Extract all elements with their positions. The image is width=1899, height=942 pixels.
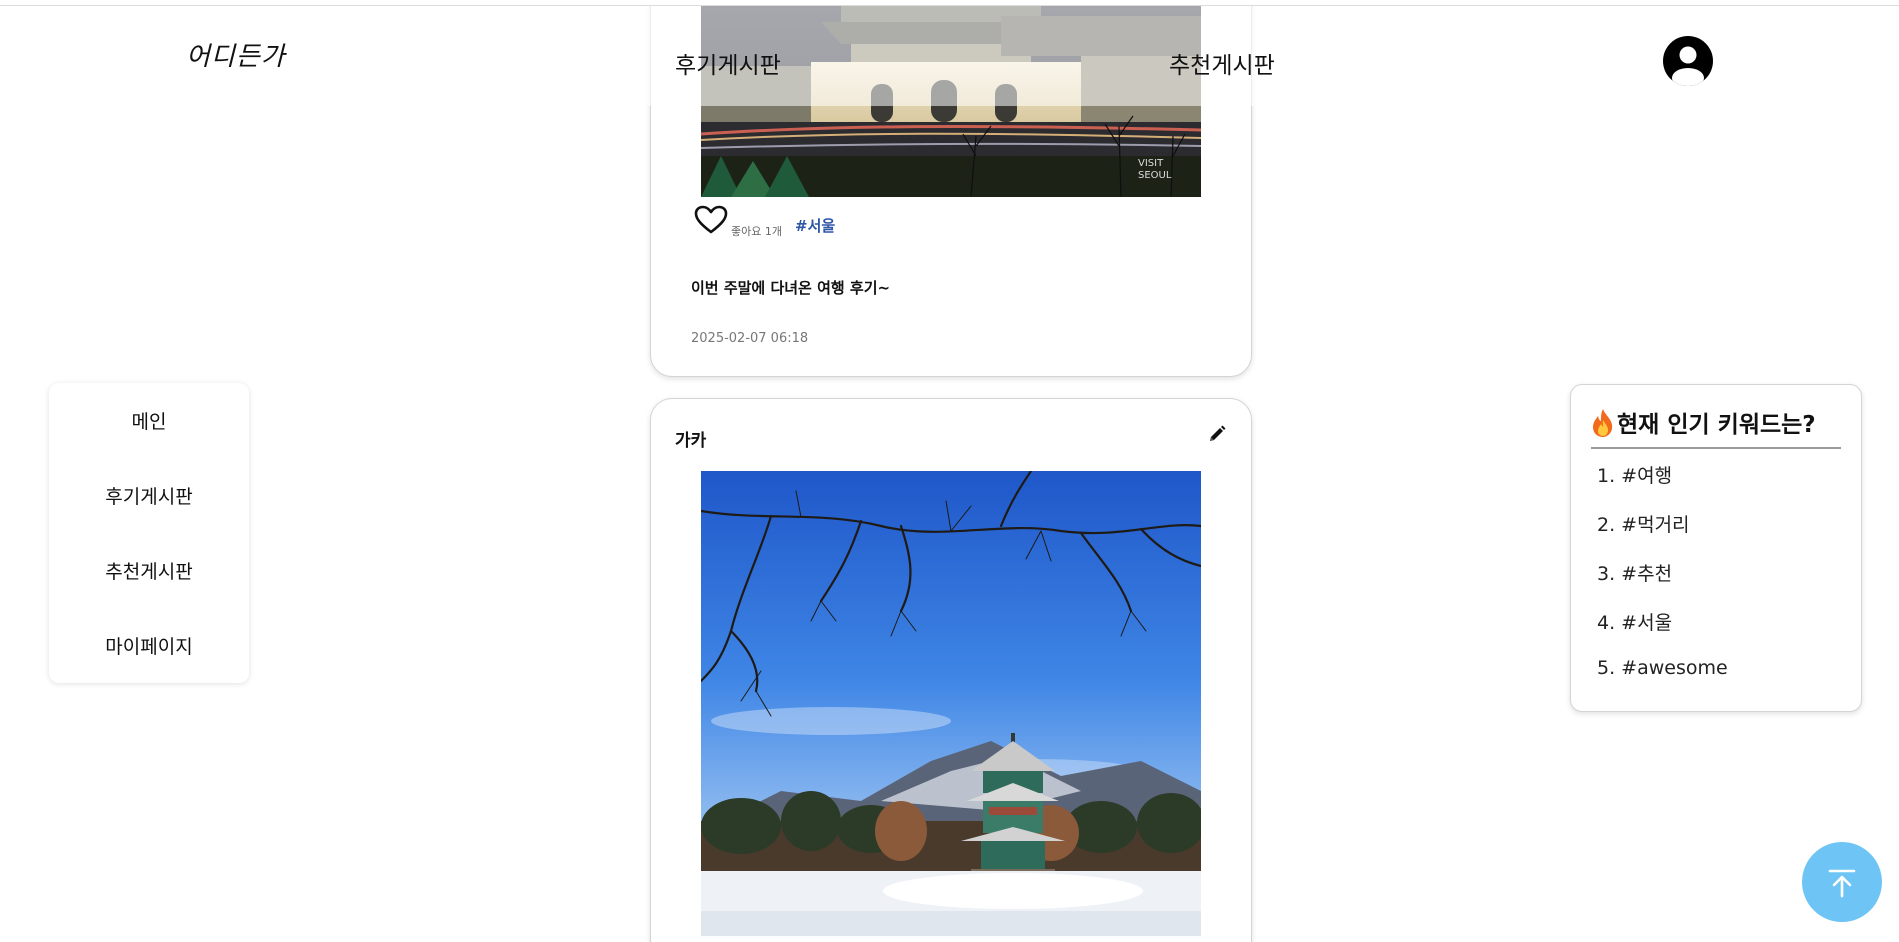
fire-icon bbox=[1593, 409, 1613, 437]
sidebar-item-review-board[interactable]: 후기게시판 bbox=[49, 482, 249, 509]
keywords-title-text: 현재 인기 키워드는? bbox=[1617, 412, 1816, 438]
page: VISIT SEOUL 좋아요 1개 #서울 이번 주말에 다녀온 여행 후기~… bbox=[0, 0, 1899, 942]
keyword-item[interactable]: 1. #여행 bbox=[1597, 461, 1672, 488]
arrow-up-to-top-icon bbox=[1828, 869, 1856, 898]
nav-recommend-board[interactable]: 추천게시판 bbox=[1169, 46, 1275, 80]
like-count: 좋아요 1개 bbox=[731, 225, 782, 238]
pencil-icon[interactable] bbox=[1207, 424, 1227, 444]
user-circle-icon[interactable] bbox=[1663, 36, 1713, 86]
post-image[interactable] bbox=[701, 471, 1201, 936]
keyword-item[interactable]: 5. #awesome bbox=[1597, 657, 1728, 679]
popular-keywords-panel: 현재 인기 키워드는? 1. #여행 2. #먹거리 3. #추천 4. #서울… bbox=[1570, 384, 1862, 712]
sidebar: 메인 후기게시판 추천게시판 마이페이지 bbox=[49, 383, 249, 683]
keyword-item[interactable]: 3. #추천 bbox=[1597, 559, 1672, 586]
post-text: 이번 주말에 다녀온 여행 후기~ bbox=[691, 279, 891, 297]
site-logo[interactable]: 어디든가 bbox=[186, 36, 286, 73]
heart-outline-icon[interactable] bbox=[694, 205, 728, 235]
sidebar-item-mypage[interactable]: 마이페이지 bbox=[49, 632, 249, 659]
scroll-to-top-button[interactable] bbox=[1802, 842, 1882, 922]
keywords-title: 현재 인기 키워드는? bbox=[1591, 405, 1841, 449]
svg-text:VISIT: VISIT bbox=[1138, 158, 1164, 169]
post-date: 2025-02-07 06:18 bbox=[691, 331, 809, 346]
post-author: 가카 bbox=[675, 431, 707, 451]
nav-review-board[interactable]: 후기게시판 bbox=[675, 46, 781, 80]
keyword-item[interactable]: 4. #서울 bbox=[1597, 608, 1672, 635]
sidebar-item-recommend-board[interactable]: 추천게시판 bbox=[49, 557, 249, 584]
post-card: 가카 bbox=[650, 398, 1252, 942]
keyword-item[interactable]: 2. #먹거리 bbox=[1597, 510, 1690, 537]
top-border bbox=[0, 0, 1899, 6]
sidebar-item-main[interactable]: 메인 bbox=[49, 407, 249, 434]
header: 어디든가 후기게시판 추천게시판 bbox=[0, 6, 1899, 106]
post-tag[interactable]: #서울 bbox=[795, 215, 835, 236]
svg-text:SEOUL: SEOUL bbox=[1138, 170, 1172, 181]
